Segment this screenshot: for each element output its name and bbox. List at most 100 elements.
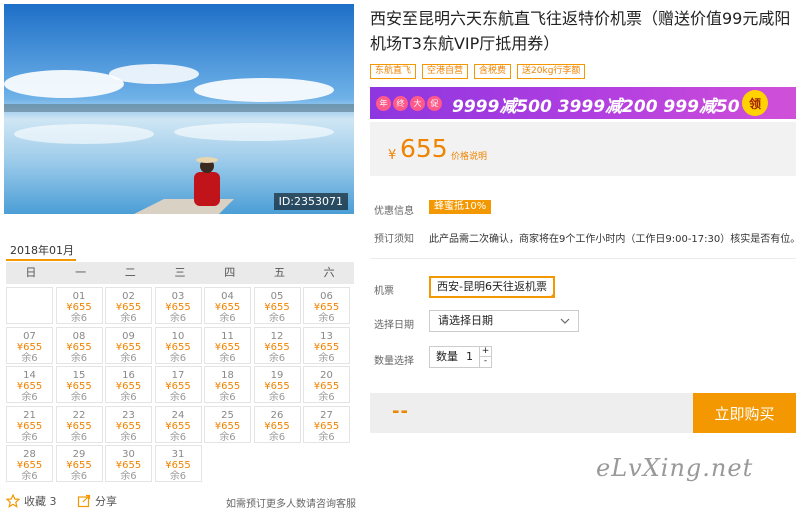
calendar-day[interactable]: 13 ¥655 余6 xyxy=(303,326,350,364)
calendar-day-price: ¥655 xyxy=(66,302,92,313)
calendar-day[interactable]: 10 ¥655 余6 xyxy=(154,326,202,364)
calendar-day-number: 21 xyxy=(23,409,36,421)
calendar-day[interactable]: 07 ¥655 余6 xyxy=(6,326,53,364)
offer-badge: 蜂蜜抵10% xyxy=(429,200,492,214)
calendar-day-stock: 余6 xyxy=(268,352,286,364)
quantity-minus-button[interactable]: - xyxy=(479,357,491,367)
calendar-day-price: ¥655 xyxy=(264,381,290,392)
calendar-day-price: ¥655 xyxy=(16,420,43,432)
calendar-day[interactable]: 11 ¥655 余6 xyxy=(204,326,251,364)
calendar-day-price: ¥655 xyxy=(165,381,191,392)
calendar-day-price: ¥655 xyxy=(165,341,191,353)
tag-tax-included: 含税费 xyxy=(474,64,512,79)
buy-bar: -- 立即购买 xyxy=(370,393,796,433)
tag-self-operated: 空港自营 xyxy=(422,64,469,79)
ticket-label: 机票 xyxy=(374,286,394,297)
calendar-day-number: 14 xyxy=(23,370,36,381)
calendar-day[interactable]: 09 ¥655 余6 xyxy=(105,326,152,364)
price-panel: ¥ 655 价格说明 xyxy=(370,122,796,176)
calendar-day-number: 25 xyxy=(221,409,234,421)
calendar-day-number: 09 xyxy=(122,330,135,342)
date-select[interactable]: 请选择日期 xyxy=(429,310,579,332)
calendar-day[interactable]: 21 ¥655 余6 xyxy=(6,405,53,443)
calendar-day[interactable]: 28 ¥655 余6 xyxy=(6,445,53,482)
calendar-day[interactable]: 29 ¥655 余6 xyxy=(55,445,103,482)
calendar-day[interactable]: 08 ¥655 余6 xyxy=(55,326,103,364)
calendar-day-price: ¥655 xyxy=(115,381,142,392)
calendar-day-price: ¥655 xyxy=(214,420,241,432)
calendar-day-number: 06 xyxy=(320,291,333,302)
calendar-day[interactable]: 12 ¥655 余6 xyxy=(253,326,301,364)
calendar-day[interactable]: 03 ¥655 余6 xyxy=(154,287,202,324)
calendar-day-price: ¥655 xyxy=(214,381,241,392)
total-price-placeholder: -- xyxy=(392,401,409,422)
calendar-day[interactable]: 18 ¥655 余6 xyxy=(204,366,251,403)
share-icon xyxy=(77,494,91,508)
calendar-day[interactable]: 17 ¥655 余6 xyxy=(154,366,202,403)
promo-badge-char: 促 xyxy=(427,95,442,111)
price-currency: ¥ xyxy=(388,148,397,163)
calendar-day[interactable]: 23 ¥655 余6 xyxy=(105,405,152,443)
feature-tags: 东航直飞 空港自营 含税费 送20kg行李额 xyxy=(370,64,586,79)
calendar-day-number: 03 xyxy=(171,291,185,302)
calendar-day[interactable]: 15 ¥655 余6 xyxy=(55,366,103,403)
calendar-day-number: 27 xyxy=(320,409,333,421)
booking-notice-label: 预订须知 xyxy=(374,234,414,245)
calendar-day[interactable]: 19 ¥655 余6 xyxy=(253,366,301,403)
quantity-value[interactable]: 1 xyxy=(466,347,473,367)
star-icon xyxy=(6,494,20,508)
weekday-thu: 四 xyxy=(224,266,236,279)
consult-service-link[interactable]: 如需预订更多人数请咨询客服 xyxy=(226,495,356,509)
calendar-day-stock: 余6 xyxy=(219,392,236,403)
promo-badge-char: 年 xyxy=(376,95,391,111)
price-note-link[interactable]: 价格说明 xyxy=(451,149,487,162)
ticket-option[interactable]: 西安-昆明6天往返机票 xyxy=(429,276,555,298)
calendar-month-underline xyxy=(6,259,76,261)
claim-coupon-button[interactable]: 领 xyxy=(742,90,768,116)
promo-banner[interactable]: 年 终 大 促 9999减500 3999减200 999减50 领 xyxy=(370,87,796,119)
calendar-day-number: 01 xyxy=(72,291,86,302)
favorite-button[interactable]: 收藏 3 xyxy=(6,493,57,509)
calendar-day-number: 12 xyxy=(270,330,284,342)
calendar-day[interactable]: 30 ¥655 余6 xyxy=(105,445,152,482)
quantity-stepper[interactable]: 数量 1 + - xyxy=(429,346,492,368)
calendar-day-price: ¥655 xyxy=(264,341,290,353)
share-button[interactable]: 分享 xyxy=(77,493,117,509)
calendar-day[interactable]: 02 ¥655 余6 xyxy=(105,287,152,324)
calendar-day[interactable]: 14 ¥655 余6 xyxy=(6,366,53,403)
calendar-day[interactable]: 16 ¥655 余6 xyxy=(105,366,152,403)
calendar-day-number: 18 xyxy=(221,370,234,381)
calendar-day-price: ¥655 xyxy=(214,341,241,353)
calendar-day-number: 08 xyxy=(72,330,86,342)
calendar-day-price: ¥655 xyxy=(264,302,290,313)
calendar-day[interactable]: 24 ¥655 余6 xyxy=(154,405,202,443)
calendar-day[interactable]: 04 ¥655 余6 xyxy=(204,287,251,324)
lake-scene-image xyxy=(4,4,354,214)
calendar-day-number: 16 xyxy=(122,370,135,381)
quantity-unit: 数量 xyxy=(436,350,458,363)
calendar-day[interactable]: 22 ¥655 余6 xyxy=(55,405,103,443)
calendar-day-number: 24 xyxy=(171,409,185,421)
price-value: 655 xyxy=(400,134,448,163)
calendar-day[interactable]: 26 ¥655 余6 xyxy=(253,405,301,443)
calendar-day[interactable]: 05 ¥655 余6 xyxy=(253,287,301,324)
calendar-day[interactable]: 01 ¥655 余6 xyxy=(55,287,103,324)
calendar-day[interactable]: 25 ¥655 余6 xyxy=(204,405,251,443)
calendar-day-stock: 余6 xyxy=(120,313,137,324)
calendar-day[interactable]: 31 ¥655 余6 xyxy=(154,445,202,482)
calendar-day-number: 04 xyxy=(221,291,234,302)
calendar-day-stock: 余6 xyxy=(70,471,88,482)
buy-now-button[interactable]: 立即购买 xyxy=(693,393,796,433)
calendar-day[interactable]: 06 ¥655 余6 xyxy=(303,287,350,324)
calendar-grid: 01 ¥655 余6 02 ¥655 余6 03 ¥655 余6 04 ¥655 余6 05 ¥655 余6… xyxy=(6,287,354,482)
calendar-day-price: ¥655 xyxy=(66,420,92,432)
calendar-day-stock: 余6 xyxy=(70,352,88,364)
calendar-day-price: ¥655 xyxy=(66,460,92,471)
calendar-day-number: 17 xyxy=(171,370,185,381)
calendar-day-number: 11 xyxy=(221,330,234,342)
calendar-day-price: ¥655 xyxy=(115,302,142,313)
calendar-day[interactable]: 27 ¥655 余6 xyxy=(303,405,350,443)
weekday-sun: 日 xyxy=(25,266,37,279)
calendar-day-stock: 余6 xyxy=(21,471,38,482)
calendar-day[interactable]: 20 ¥655 余6 xyxy=(303,366,350,403)
